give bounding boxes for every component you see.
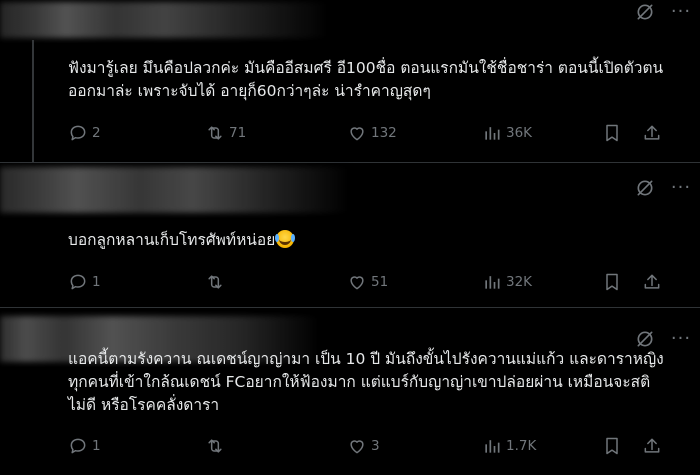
action-bar: 1 3 1.7K	[68, 434, 688, 458]
more-options-icon[interactable]: ···	[670, 1, 692, 23]
reply-text: บอกลูกหลานเก็บโทรศัพท์หน่อย	[68, 229, 664, 252]
like-button[interactable]: 132	[347, 123, 482, 143]
share-upload-icon	[642, 123, 662, 143]
like-button[interactable]: 3	[347, 436, 482, 456]
view-count: 1.7K	[506, 438, 537, 454]
share-button[interactable]	[642, 272, 672, 292]
share-button[interactable]	[642, 436, 672, 456]
reply-post-3[interactable]: ··· แอคนี้ตามรังควาน ณเดชน์ญาญ่ามา เป็น …	[0, 307, 700, 475]
retweet-button[interactable]	[205, 436, 347, 456]
heart-icon	[347, 272, 367, 292]
reply-bubble-icon	[68, 123, 88, 143]
bookmark-icon	[602, 272, 622, 292]
views-button[interactable]: 36K	[482, 123, 602, 143]
reply-post-1[interactable]: ··· ฟังมารู้เลย มึนคือปลวกค่ะ มันคืออีสม…	[0, 0, 700, 162]
more-options-icon[interactable]: ···	[670, 328, 692, 350]
share-upload-icon	[642, 272, 662, 292]
retweet-count: 71	[229, 125, 247, 141]
reply-bubble-icon	[68, 272, 88, 292]
retweet-button[interactable]: 71	[205, 123, 347, 143]
reply-count: 2	[92, 125, 101, 141]
like-count: 132	[371, 125, 397, 141]
views-button[interactable]: 1.7K	[482, 436, 602, 456]
views-bar-chart-icon	[482, 272, 502, 292]
view-count: 36K	[506, 125, 533, 141]
reply-count: 1	[92, 274, 101, 290]
grok-icon[interactable]	[634, 177, 656, 199]
like-button[interactable]: 51	[347, 272, 482, 292]
action-bar: 1 51 32K	[68, 270, 688, 294]
bookmark-icon	[602, 436, 622, 456]
retweet-icon	[205, 436, 225, 456]
reply-text: แอคนี้ตามรังควาน ณเดชน์ญาญ่ามา เป็น 10 ป…	[68, 350, 664, 414]
reply-button[interactable]: 2	[68, 123, 205, 143]
bookmark-button[interactable]	[602, 123, 642, 143]
heart-icon	[347, 436, 367, 456]
view-count: 32K	[506, 274, 533, 290]
blurred-author-header	[0, 2, 330, 38]
views-bar-chart-icon	[482, 436, 502, 456]
reply-button[interactable]: 1	[68, 272, 205, 292]
like-count: 3	[371, 438, 380, 454]
face-with-tears-of-joy-emoji	[275, 230, 295, 248]
retweet-icon	[205, 123, 225, 143]
reply-text-body: บอกลูกหลานเก็บโทรศัพท์หน่อย	[68, 231, 276, 249]
bookmark-button[interactable]	[602, 272, 642, 292]
reply-bubble-icon	[68, 436, 88, 456]
grok-icon[interactable]	[634, 1, 656, 23]
retweet-button[interactable]	[205, 272, 347, 292]
bookmark-button[interactable]	[602, 436, 642, 456]
reply-text: ฟังมารู้เลย มึนคือปลวกค่ะ มันคืออีสมศรี …	[68, 59, 664, 100]
thread-line	[32, 40, 34, 162]
reply-button[interactable]: 1	[68, 436, 205, 456]
share-upload-icon	[642, 436, 662, 456]
blurred-author-header	[0, 167, 350, 213]
action-bar: 2 71 132 36K	[68, 121, 688, 145]
heart-icon	[347, 123, 367, 143]
reply-count: 1	[92, 438, 101, 454]
views-button[interactable]: 32K	[482, 272, 602, 292]
views-bar-chart-icon	[482, 123, 502, 143]
grok-icon[interactable]	[634, 328, 656, 350]
reply-post-2[interactable]: ··· บอกลูกหลานเก็บโทรศัพท์หน่อย 1 51 32K	[0, 162, 700, 308]
share-button[interactable]	[642, 123, 672, 143]
bookmark-icon	[602, 123, 622, 143]
like-count: 51	[371, 274, 389, 290]
more-options-icon[interactable]: ···	[670, 177, 692, 199]
retweet-icon	[205, 272, 225, 292]
